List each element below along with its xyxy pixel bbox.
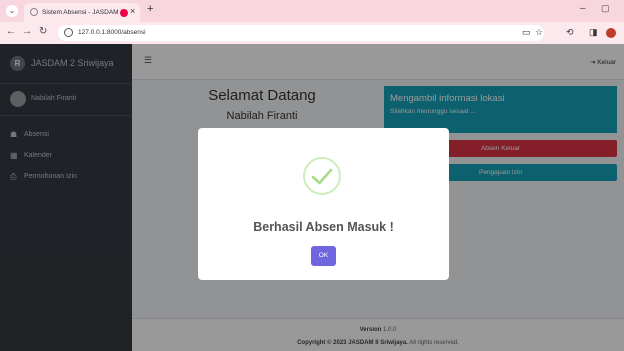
new-tab-button[interactable]: +	[147, 3, 153, 15]
forward-arrow-icon[interactable]: →	[22, 26, 32, 37]
tab-title: Sistem Absensi - JASDAM I	[42, 9, 123, 16]
address-bar[interactable]: 127.0.0.1:8000/absensi	[58, 25, 544, 41]
tab-favicon-icon	[30, 8, 38, 16]
reload-icon[interactable]: ↻	[39, 26, 47, 37]
back-arrow-icon[interactable]: ←	[6, 26, 16, 37]
success-check-icon	[303, 157, 341, 195]
browser-toolbar: ← → ↻ 127.0.0.1:8000/absensi ▭ ☆ ⟲ ◨	[0, 22, 624, 44]
cast-icon[interactable]: ▭	[522, 27, 531, 38]
browser-tab-bar: ⌄ Sistem Absensi - JASDAM I × + – ▢	[0, 0, 624, 22]
url-text: 127.0.0.1:8000/absensi	[78, 29, 146, 36]
minimize-window-icon[interactable]: –	[580, 3, 586, 14]
restore-window-icon[interactable]: ▢	[601, 3, 610, 14]
extensions-icon[interactable]: ⟲	[566, 27, 574, 38]
site-info-icon[interactable]	[64, 28, 73, 37]
tab-close-icon[interactable]: ×	[130, 6, 135, 16]
success-modal: Berhasil Absen Masuk ! OK	[198, 128, 449, 280]
ok-button[interactable]: OK	[311, 246, 336, 266]
recording-indicator-icon	[120, 9, 128, 17]
tab-search-icon[interactable]: ⌄	[6, 5, 18, 17]
profile-avatar[interactable]	[606, 28, 616, 38]
browser-tab[interactable]: Sistem Absensi - JASDAM I ×	[24, 3, 140, 22]
sidepanel-icon[interactable]: ◨	[589, 27, 598, 38]
bookmark-star-icon[interactable]: ☆	[535, 27, 543, 38]
modal-title: Berhasil Absen Masuk !	[253, 220, 394, 234]
